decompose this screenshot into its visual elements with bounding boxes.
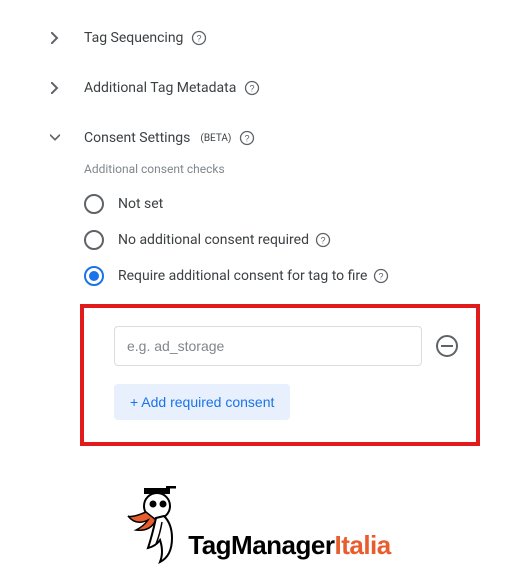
svg-text:?: ? xyxy=(245,134,250,144)
radio-label-text: No additional consent required xyxy=(118,232,309,248)
radio-require-additional[interactable]: Require additional consent for tag to fi… xyxy=(0,258,517,294)
svg-text:?: ? xyxy=(379,272,384,282)
svg-text:?: ? xyxy=(197,34,202,44)
section-title: Consent Settings (BETA) ? xyxy=(84,130,255,146)
section-additional-metadata[interactable]: Additional Tag Metadata ? xyxy=(0,70,517,106)
brand-part1: TagManager xyxy=(188,530,334,560)
radio-label-text: Require additional consent for tag to fi… xyxy=(118,268,367,284)
chevron-right-icon xyxy=(50,33,60,43)
brand-text: TagManagerItalia xyxy=(188,532,390,564)
add-required-consent-button[interactable]: + Add required consent xyxy=(114,384,290,420)
beta-badge: (BETA) xyxy=(200,133,231,144)
consent-highlight-box: + Add required consent xyxy=(80,304,480,446)
radio-no-additional[interactable]: No additional consent required ? xyxy=(0,222,517,258)
radio-label: Not set xyxy=(118,196,163,212)
section-label: Tag Sequencing xyxy=(84,30,183,46)
brand-part2: Italia xyxy=(334,530,390,560)
radio-icon xyxy=(84,230,104,250)
section-label: Additional Tag Metadata xyxy=(84,80,236,96)
help-icon[interactable]: ? xyxy=(191,30,207,46)
radio-not-set[interactable]: Not set xyxy=(0,186,517,222)
chevron-right-icon xyxy=(50,83,60,93)
help-icon[interactable]: ? xyxy=(239,130,255,146)
svg-text:?: ? xyxy=(320,236,325,246)
section-label: Consent Settings xyxy=(84,130,190,146)
help-icon[interactable]: ? xyxy=(373,268,389,284)
section-title: Tag Sequencing ? xyxy=(84,30,207,46)
remove-consent-button[interactable] xyxy=(436,335,458,357)
consent-input-row xyxy=(114,326,458,366)
consent-subheader: Additional consent checks xyxy=(0,162,517,176)
section-consent-settings[interactable]: Consent Settings (BETA) ? xyxy=(0,120,517,156)
radio-label: Require additional consent for tag to fi… xyxy=(118,268,389,284)
svg-text:?: ? xyxy=(250,84,255,94)
section-title: Additional Tag Metadata ? xyxy=(84,80,260,96)
brand-logo: TagManagerItalia xyxy=(0,486,517,568)
help-icon[interactable]: ? xyxy=(244,80,260,96)
consent-type-input[interactable] xyxy=(114,326,422,366)
radio-icon xyxy=(84,194,104,214)
radio-label-text: Not set xyxy=(118,196,163,212)
radio-icon-selected xyxy=(84,266,104,286)
help-icon[interactable]: ? xyxy=(315,232,331,248)
chevron-down-icon xyxy=(50,133,60,143)
bird-mascot-icon xyxy=(126,486,186,564)
radio-label: No additional consent required ? xyxy=(118,232,331,248)
section-tag-sequencing[interactable]: Tag Sequencing ? xyxy=(0,20,517,56)
